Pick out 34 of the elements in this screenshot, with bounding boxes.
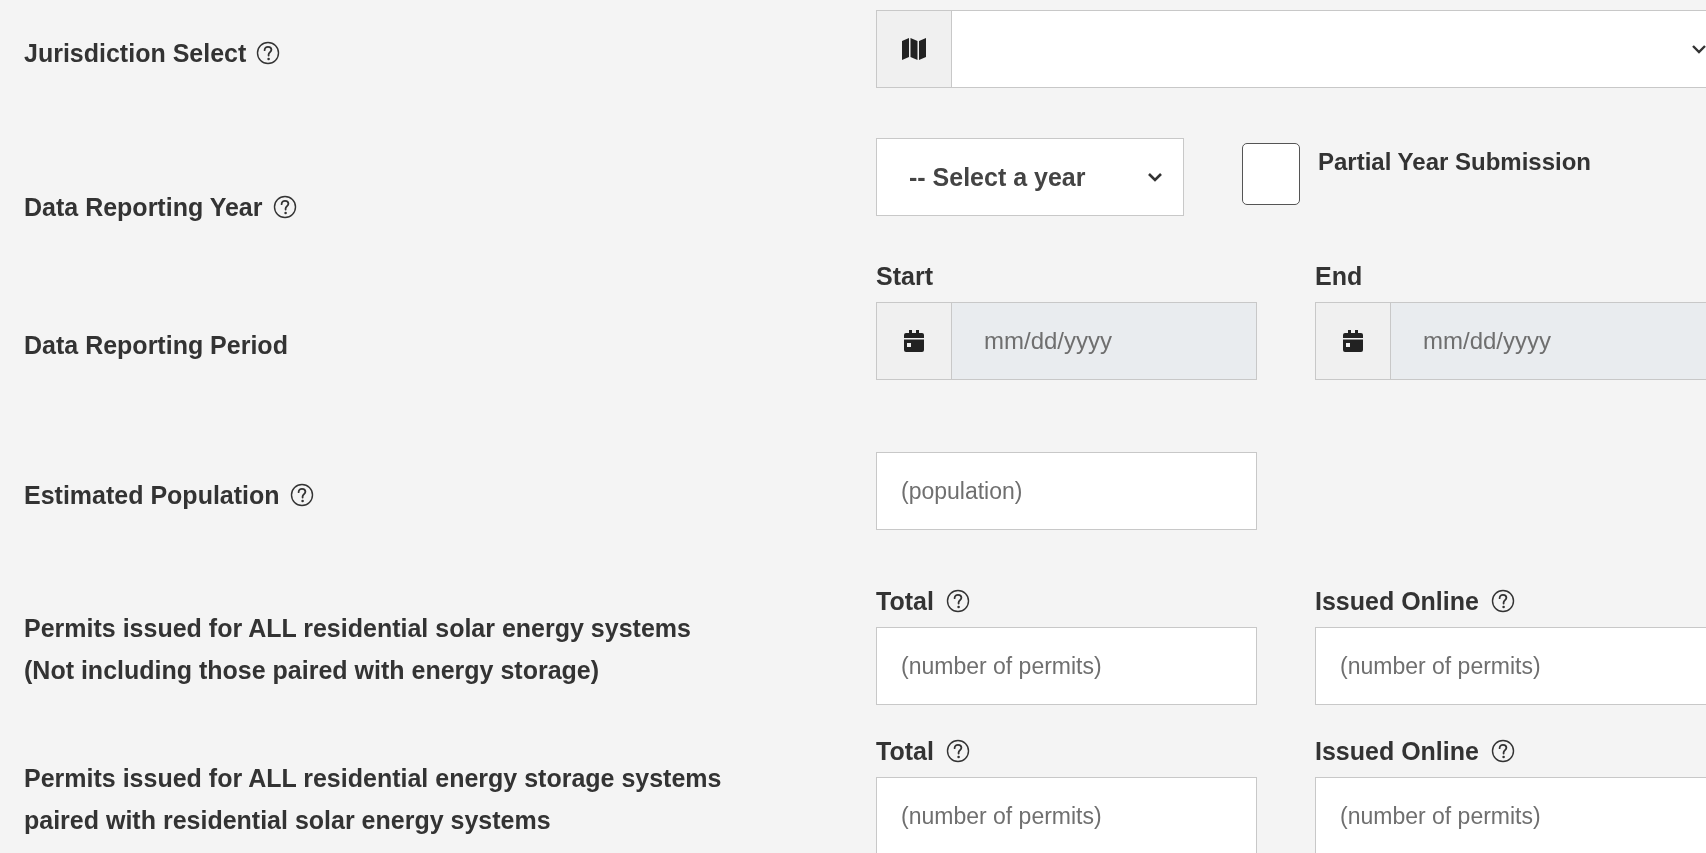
calendar-icon (904, 330, 924, 352)
field-label: Data Reporting Period (24, 330, 288, 361)
field-label: Jurisdiction Select (24, 38, 247, 69)
field-label: Data Reporting Year (24, 192, 263, 223)
input-field[interactable]: (number of permits) (876, 777, 1257, 853)
field-label: (Not including those paired with energy storage) (24, 655, 600, 686)
field-label: Permits issued for ALL residential solar energy systems (24, 613, 691, 644)
year-dropdown[interactable]: -- Select a year (876, 138, 1184, 216)
field-label: Permits issued for ALL residential energy storage systems (24, 763, 722, 794)
help-icon[interactable] (256, 41, 281, 65)
field-heading: Issued Online (1315, 586, 1479, 616)
help-icon[interactable] (1490, 739, 1515, 763)
field-heading: Issued Online (1315, 736, 1479, 766)
field-heading: End (1315, 261, 1363, 291)
help-icon[interactable] (945, 739, 970, 763)
help-icon[interactable] (1490, 589, 1515, 613)
field-label: paired with residential solar energy systems (24, 805, 551, 836)
help-icon[interactable] (272, 195, 297, 219)
chevron-down-icon (1147, 172, 1163, 182)
help-icon[interactable] (945, 589, 970, 613)
checkbox-label: Partial Year Submission (1318, 148, 1591, 176)
checkbox[interactable] (1242, 143, 1300, 205)
chevron-down-icon (1691, 44, 1706, 54)
input-field[interactable]: (population) (876, 452, 1257, 530)
input-field[interactable]: (number of permits) (1315, 627, 1706, 705)
input-field[interactable]: (number of permits) (876, 627, 1257, 705)
calendar-icon (1343, 330, 1363, 352)
field-heading: Total (876, 736, 934, 766)
field-heading: Total (876, 586, 934, 616)
help-icon[interactable] (289, 483, 314, 507)
field-heading: Start (876, 261, 933, 291)
field-label: Estimated Population (24, 480, 280, 511)
map-icon (902, 38, 926, 60)
input-field[interactable]: (number of permits) (1315, 777, 1706, 853)
